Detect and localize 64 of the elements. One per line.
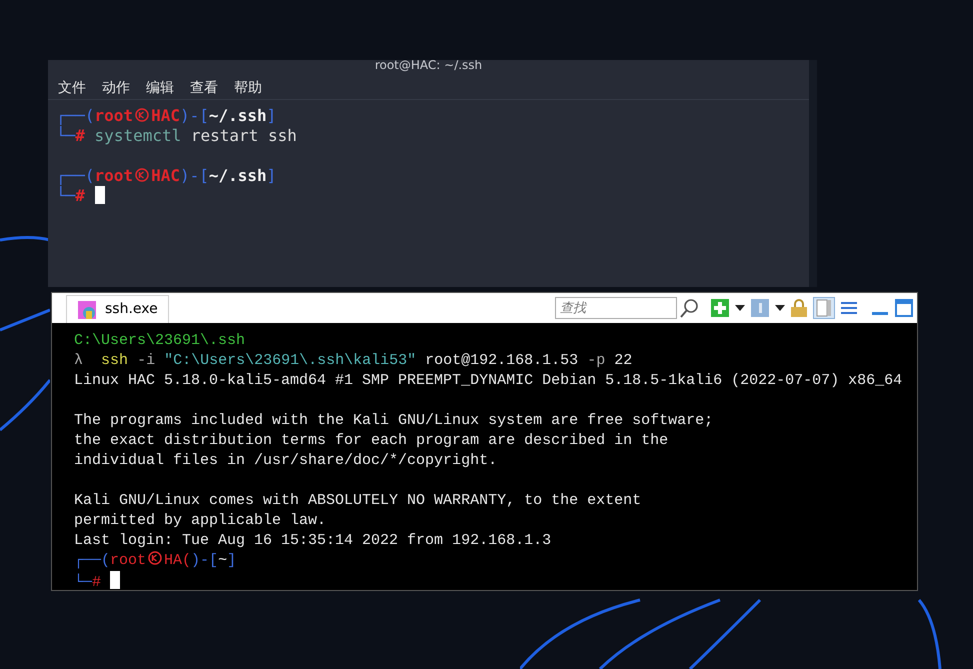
circled-symbol-icon bbox=[148, 551, 162, 565]
prompt-host: HAC bbox=[151, 106, 180, 125]
menu-item[interactable]: 帮助 bbox=[234, 78, 262, 95]
command-token: -i bbox=[137, 352, 156, 369]
text-cursor bbox=[110, 571, 120, 589]
prompt-corner: └─ bbox=[56, 186, 76, 205]
app-icon bbox=[77, 300, 97, 320]
output-line: permitted by applicable law. bbox=[74, 512, 326, 529]
output-line: The programs included with the Kali GNU/Linux system are free software; bbox=[74, 412, 714, 429]
prompt-sign: # bbox=[75, 126, 85, 145]
prompt-bracket: ] bbox=[266, 166, 276, 185]
panel-icon[interactable] bbox=[813, 297, 835, 319]
prompt-bracket: )-[ bbox=[180, 166, 209, 185]
command-token: root@192.168.1.53 bbox=[425, 352, 578, 369]
window-title: root@HAC: ~/.ssh bbox=[374, 60, 484, 74]
path-line: C:\Users\23691\.ssh bbox=[74, 332, 246, 349]
output-line: Kali GNU/Linux comes with ABSOLUTELY NO WARRANTY, to the extent bbox=[74, 492, 642, 509]
command-token: ssh bbox=[101, 352, 128, 369]
circled-symbol-icon bbox=[135, 108, 150, 122]
prompt-host: HAC bbox=[151, 166, 180, 185]
prompt-sign: # bbox=[92, 574, 102, 591]
command-token: "C:\Users\23691\.ssh\kali53" bbox=[164, 352, 416, 369]
command-name: systemctl bbox=[94, 126, 182, 145]
prompt-bracket: ┌──( bbox=[56, 166, 95, 185]
command-token: -p bbox=[587, 352, 606, 369]
prompt-bracket: ┌──( bbox=[74, 552, 110, 569]
command-args: restart ssh bbox=[190, 126, 297, 145]
prompt-corner: └─ bbox=[74, 574, 92, 591]
output-line: Linux HAC 5.18.0-kali5-amd64 #1 SMP PREEMPT_DYNAMIC Debian 5.18.5-1kali6 (2022-07-07) x86_64 bbox=[74, 372, 902, 389]
circled-symbol-icon bbox=[135, 168, 150, 182]
menu-item[interactable]: 动作 bbox=[102, 78, 130, 95]
prompt-sign: # bbox=[75, 186, 85, 205]
light-streak-drawing bbox=[918, 598, 942, 669]
menu-icon[interactable] bbox=[841, 301, 857, 315]
command-token: 22 bbox=[614, 352, 632, 369]
command-token: λ bbox=[74, 352, 84, 369]
menu-item[interactable]: 编辑 bbox=[146, 78, 174, 95]
menu-item[interactable]: 文件 bbox=[58, 78, 86, 95]
prompt-path: ~/.ssh bbox=[208, 106, 267, 125]
console-tab[interactable]: ssh.exe bbox=[66, 295, 169, 323]
output-line: the exact distribution terms for each program are described in the bbox=[74, 432, 668, 449]
prompt-corner: └─ bbox=[56, 126, 76, 145]
prompt-bracket: ┌──( bbox=[56, 106, 95, 125]
plus-icon[interactable] bbox=[711, 299, 729, 317]
prompt-bracket: ] bbox=[227, 552, 236, 569]
prompt-host: HA( bbox=[164, 552, 192, 569]
caret-icon[interactable] bbox=[775, 305, 785, 311]
prompt-bracket: )-[ bbox=[191, 552, 218, 569]
menu-item[interactable]: 查看 bbox=[190, 78, 218, 95]
maximize-icon[interactable] bbox=[895, 299, 913, 317]
prompt-user: root bbox=[94, 106, 134, 125]
text-cursor bbox=[94, 186, 105, 204]
lock-icon[interactable] bbox=[791, 299, 807, 317]
caret-icon[interactable] bbox=[735, 305, 745, 311]
prompt-path: ~ bbox=[218, 552, 228, 569]
prompt-user: root bbox=[110, 552, 146, 569]
search-field[interactable]: 查找 bbox=[555, 297, 677, 319]
output-line: Last login: Tue Aug 16 15:35:14 2022 from 192.168.1.3 bbox=[74, 532, 552, 549]
prompt-user: root bbox=[94, 166, 134, 185]
search-icon[interactable] bbox=[679, 298, 699, 318]
prompt-bracket: )-[ bbox=[180, 106, 209, 125]
prompt-path: ~/.ssh bbox=[208, 166, 267, 185]
output-line: individual files in /usr/share/doc/*/copyright. bbox=[74, 452, 498, 469]
prompt-bracket: ] bbox=[266, 106, 276, 125]
